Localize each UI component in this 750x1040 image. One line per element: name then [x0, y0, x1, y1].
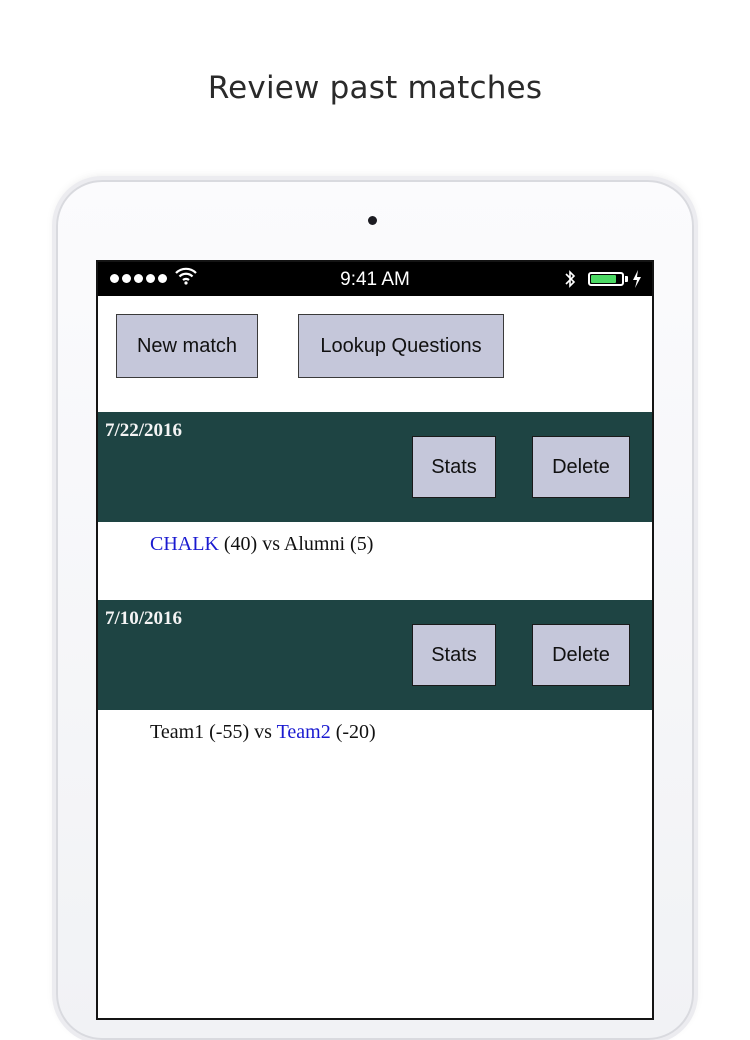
- match-header: 7/22/2016 Stats Delete: [98, 412, 652, 522]
- front-camera: [368, 216, 377, 225]
- team1-score: (-55): [209, 721, 250, 743]
- charging-bolt-icon: [633, 270, 641, 288]
- team1-name: Team1: [150, 721, 205, 743]
- bluetooth-icon: [565, 270, 576, 288]
- vs-label: vs: [262, 533, 281, 555]
- team2-name: Alumni: [283, 533, 346, 555]
- match-summary: CHALK (40) vs Alumni (5): [150, 533, 373, 556]
- delete-button[interactable]: Delete: [532, 624, 630, 686]
- status-bar: 9:41 AM: [98, 262, 652, 296]
- app-screen: 9:41 AM New match Lookup Questions 7/22/…: [96, 260, 654, 1020]
- battery-icon: [588, 272, 624, 286]
- page-headline: Review past matches: [207, 70, 543, 106]
- stats-button[interactable]: Stats: [412, 436, 496, 498]
- match-date: 7/22/2016: [105, 420, 183, 441]
- match-header: 7/10/2016 Stats Delete: [98, 600, 652, 710]
- new-match-button[interactable]: New match: [116, 314, 258, 378]
- match-date: 7/10/2016: [105, 608, 183, 629]
- vs-label: vs: [254, 721, 272, 743]
- team1-score: (40): [223, 533, 258, 555]
- team2-score: (5): [350, 533, 374, 555]
- match-summary: Team1 (-55) vs Team2 (-20): [150, 721, 376, 744]
- battery-nub: [625, 276, 628, 282]
- delete-button[interactable]: Delete: [532, 436, 630, 498]
- lookup-questions-button[interactable]: Lookup Questions: [298, 314, 504, 378]
- stats-button[interactable]: Stats: [412, 624, 496, 686]
- team2-link[interactable]: Team2: [277, 721, 331, 743]
- team1-link[interactable]: CHALK: [150, 533, 219, 555]
- team2-score: (-20): [335, 721, 376, 743]
